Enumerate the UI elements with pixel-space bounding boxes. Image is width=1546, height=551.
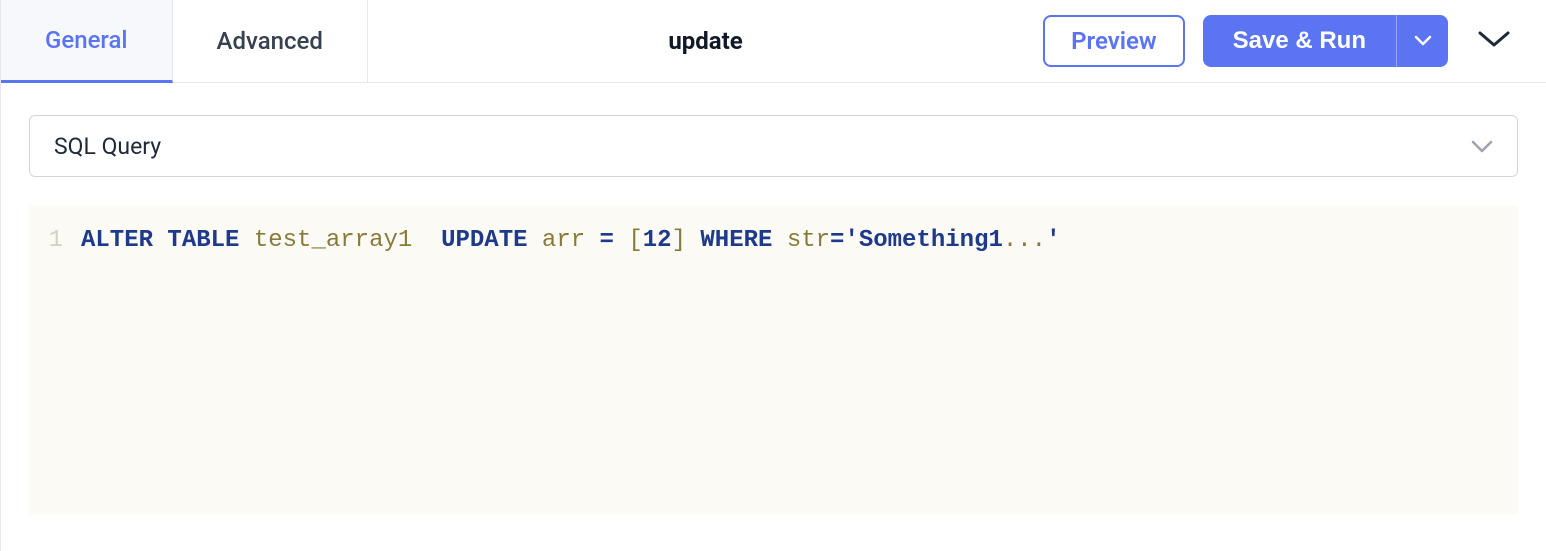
actions: Preview Save & Run	[1043, 0, 1546, 82]
button-label: Preview	[1071, 27, 1156, 55]
query-type-select[interactable]: SQL Query	[29, 115, 1518, 177]
sql-punct: ]	[672, 227, 686, 254]
title-text: update	[668, 27, 742, 55]
sql-operator: =	[830, 227, 844, 254]
tab-general[interactable]: General	[1, 0, 173, 83]
code-content: ALTER TABLE test_array1 UPDATE arr = [12…	[81, 223, 1061, 259]
sql-string: '	[844, 227, 858, 254]
code-line: 1 ALTER TABLE test_array1 UPDATE arr = […	[41, 223, 1506, 259]
sql-keyword: TABLE	[167, 227, 239, 254]
sql-keyword: WHERE	[700, 227, 772, 254]
collapse-panel-button[interactable]	[1466, 15, 1522, 67]
sql-identifier: str	[787, 227, 830, 254]
content: SQL Query 1 ALTER TABLE test_array1 UPDA…	[0, 83, 1546, 551]
sql-editor[interactable]: 1 ALTER TABLE test_array1 UPDATE arr = […	[29, 205, 1518, 515]
select-value: SQL Query	[54, 133, 161, 160]
save-run-button[interactable]: Save & Run	[1203, 15, 1396, 67]
top-bar: General Advanced update Preview Save & R…	[0, 0, 1546, 83]
save-run-group: Save & Run	[1203, 15, 1448, 67]
sql-keyword: ALTER	[81, 227, 153, 254]
sql-operator: =	[600, 227, 614, 254]
tabs: General Advanced	[1, 0, 368, 82]
line-number: 1	[41, 223, 81, 259]
button-label: Save & Run	[1233, 27, 1366, 54]
tab-label: Advanced	[217, 27, 323, 55]
sql-identifier: test_array1	[254, 227, 412, 254]
sql-ellipsis: ...	[1003, 227, 1046, 254]
preview-button[interactable]: Preview	[1043, 15, 1184, 67]
sql-number: 12	[643, 227, 672, 254]
chevron-down-icon	[1471, 133, 1493, 160]
chevron-down-icon	[1414, 32, 1432, 51]
query-title: update	[368, 0, 1043, 82]
sql-string: Something1	[859, 227, 1003, 254]
tab-advanced[interactable]: Advanced	[173, 0, 368, 82]
tab-label: General	[45, 26, 128, 54]
sql-punct: [	[628, 227, 642, 254]
sql-identifier: arr	[542, 227, 585, 254]
sql-keyword: UPDATE	[441, 227, 527, 254]
sql-string: '	[1046, 227, 1060, 254]
chevron-down-icon	[1477, 29, 1511, 53]
save-run-more-button[interactable]	[1396, 15, 1448, 67]
